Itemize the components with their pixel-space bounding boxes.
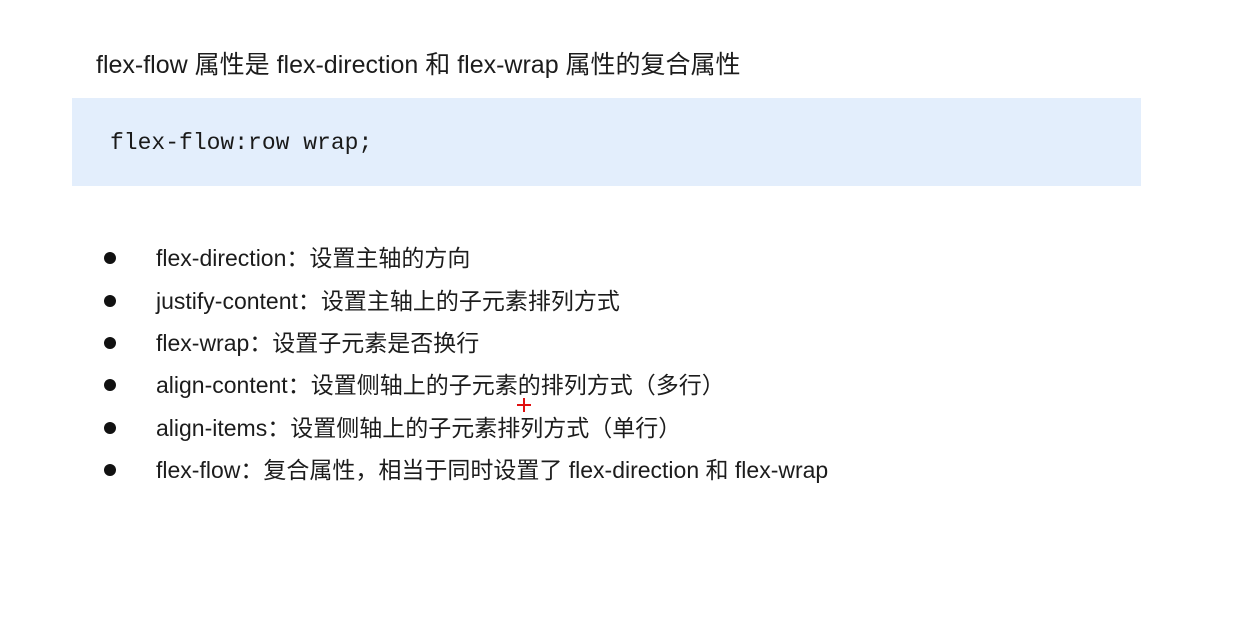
bullet-icon	[104, 464, 116, 477]
list-item-text: flex-direction：设置主轴的方向	[156, 245, 471, 272]
bullet-icon	[104, 336, 116, 349]
bullet-icon	[104, 294, 116, 307]
code-line: flex-flow:row wrap;	[110, 130, 373, 156]
list-item: flex-wrap：设置子元素是否换行	[104, 322, 828, 364]
slide-heading: flex-flow 属性是 flex-direction 和 flex-wrap…	[96, 51, 741, 79]
bullet-icon	[104, 379, 116, 392]
list-item-text: align-content：设置侧轴上的子元素的排列方式（多行）	[156, 372, 725, 399]
property-list: flex-direction：设置主轴的方向 justify-content：设…	[104, 237, 828, 491]
crosshair-cursor-icon	[517, 398, 531, 412]
list-item-text: align-items：设置侧轴上的子元素排列方式（单行）	[156, 414, 682, 441]
list-item: justify-content：设置主轴上的子元素排列方式	[104, 279, 828, 321]
list-item-text: flex-flow：复合属性，相当于同时设置了 flex-direction 和…	[156, 457, 829, 484]
list-item-text: flex-wrap：设置子元素是否换行	[156, 329, 480, 356]
list-item: flex-direction：设置主轴的方向	[104, 237, 828, 279]
list-item: align-content：设置侧轴上的子元素的排列方式（多行）	[104, 364, 828, 406]
list-item: flex-flow：复合属性，相当于同时设置了 flex-direction 和…	[104, 449, 828, 491]
list-item-text: justify-content：设置主轴上的子元素排列方式	[156, 287, 620, 314]
code-block: flex-flow:row wrap;	[72, 98, 1141, 186]
list-item: align-items：设置侧轴上的子元素排列方式（单行）	[104, 407, 828, 449]
bullet-icon	[104, 252, 116, 265]
bullet-icon	[104, 421, 116, 434]
